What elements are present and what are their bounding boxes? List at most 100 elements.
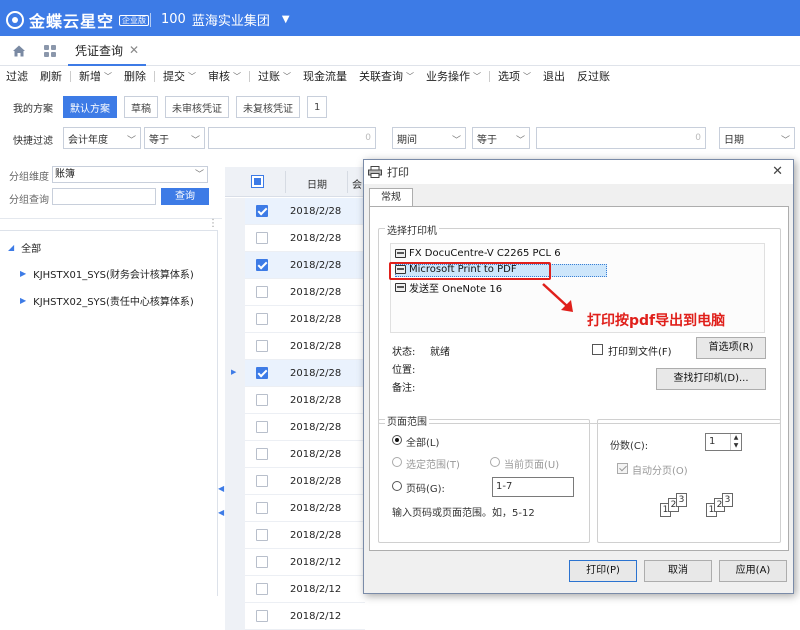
col-date[interactable]: 日期: [307, 176, 327, 191]
table-row[interactable]: 2018/2/28: [225, 333, 365, 360]
table-row[interactable]: 2018/2/28: [225, 279, 365, 306]
apps-grid-icon[interactable]: [44, 45, 56, 57]
more-icon[interactable]: ⋮: [208, 218, 218, 229]
query-button[interactable]: 查询: [161, 188, 209, 205]
filter-op-1[interactable]: 等于 ﹀: [144, 127, 205, 149]
tree-node[interactable]: ▶ KJHSTX01_SYS(财务会计核算体系): [20, 266, 194, 281]
row-checkbox[interactable]: [256, 286, 268, 298]
filter-value-2[interactable]: 0: [536, 127, 706, 149]
row-checkbox[interactable]: [256, 259, 268, 271]
plan-unreviewed[interactable]: 未复核凭证: [236, 96, 300, 118]
delete-button[interactable]: 删除: [118, 68, 152, 84]
select-all-checkbox[interactable]: [251, 175, 264, 188]
close-icon[interactable]: ✕: [129, 43, 139, 57]
table-row[interactable]: 2018/2/28: [225, 198, 365, 225]
table-row[interactable]: 2018/2/12: [225, 549, 365, 576]
print-button[interactable]: 打印(P): [569, 560, 637, 582]
group-dim-select[interactable]: 账簿 ﹀: [52, 166, 208, 183]
annotation-highlight-box: [389, 262, 551, 280]
range-selection-radio[interactable]: [392, 457, 402, 467]
cancel-button[interactable]: 取消: [644, 560, 712, 582]
tree-node[interactable]: ▶ KJHSTX02_SYS(责任中心核算体系): [20, 293, 194, 308]
printer-item[interactable]: 发送至 OneNote 16: [395, 280, 502, 295]
tree-root[interactable]: ◢ 全部: [8, 240, 41, 255]
row-checkbox[interactable]: [256, 313, 268, 325]
row-checkbox[interactable]: [256, 367, 268, 379]
table-row[interactable]: 2018/2/28: [225, 306, 365, 333]
col-extra[interactable]: 会: [352, 176, 362, 191]
app-logo[interactable]: 金蝶云星空 企业版: [6, 8, 150, 32]
printer-list[interactable]: FX DocuCentre-V C2265 PCL 6 Microsoft Pr…: [389, 243, 765, 333]
table-row[interactable]: 2018/2/28: [225, 252, 365, 279]
close-icon[interactable]: ✕: [772, 164, 783, 179]
table-row[interactable]: 2018/2/28: [225, 441, 365, 468]
unpost-button[interactable]: 反过账: [571, 68, 616, 84]
tab-general[interactable]: 常规: [369, 188, 413, 207]
row-checkbox[interactable]: [256, 448, 268, 460]
grid-header: 日期 会: [225, 167, 365, 197]
table-row[interactable]: 2018/2/12: [225, 603, 365, 630]
row-checkbox[interactable]: [256, 421, 268, 433]
row-header: [225, 333, 245, 360]
table-row[interactable]: ▶ 2018/2/28: [225, 360, 365, 387]
range-current-radio[interactable]: [490, 457, 500, 467]
row-checkbox[interactable]: [256, 205, 268, 217]
plan-default[interactable]: 默认方案: [63, 96, 117, 118]
copies-stepper[interactable]: 1 ▲ ▼: [705, 433, 742, 451]
filter-field-3[interactable]: 日期 ﹀: [719, 127, 795, 149]
filter-button[interactable]: 过滤: [0, 68, 34, 84]
filter-field-1[interactable]: 会计年度 ﹀: [63, 127, 141, 149]
row-checkbox[interactable]: [256, 610, 268, 622]
plan-draft[interactable]: 草稿: [124, 96, 158, 118]
plan-custom-1[interactable]: 1: [307, 96, 328, 118]
pages-input[interactable]: 1-7: [492, 477, 574, 497]
printer-item[interactable]: FX DocuCentre-V C2265 PCL 6: [395, 248, 561, 259]
table-row[interactable]: 2018/2/28: [225, 225, 365, 252]
status-value: 就绪: [430, 347, 450, 358]
filter-op-2[interactable]: 等于 ﹀: [472, 127, 530, 149]
table-row[interactable]: 2018/2/12: [225, 576, 365, 603]
row-checkbox[interactable]: [256, 529, 268, 541]
filter-value-1[interactable]: 0: [208, 127, 376, 149]
stepper-arrows-icon: ▲ ▼: [730, 434, 741, 450]
find-printer-button[interactable]: 查找打印机(D)...: [656, 368, 766, 390]
row-checkbox[interactable]: [256, 475, 268, 487]
exit-button[interactable]: 退出: [537, 68, 571, 84]
row-checkbox[interactable]: [256, 340, 268, 352]
table-row[interactable]: 2018/2/28: [225, 387, 365, 414]
post-button[interactable]: 过账 ﹀: [252, 68, 297, 84]
audit-button[interactable]: 审核 ﹀: [202, 68, 247, 84]
refresh-button[interactable]: 刷新: [34, 68, 68, 84]
preferences-button[interactable]: 首选项(R): [696, 337, 766, 359]
new-button[interactable]: 新增 ﹀: [73, 68, 118, 84]
range-all-radio[interactable]: [392, 435, 402, 445]
group-query-input[interactable]: [52, 188, 156, 205]
apply-button[interactable]: 应用(A): [719, 560, 787, 582]
org-switcher[interactable]: 100 蓝海实业集团 ▼: [150, 10, 290, 29]
caret-down-icon: ▼: [281, 14, 290, 25]
cash-flow-button[interactable]: 现金流量: [297, 68, 353, 84]
submit-button[interactable]: 提交 ﹀: [157, 68, 202, 84]
row-checkbox[interactable]: [256, 583, 268, 595]
print-to-file-checkbox[interactable]: [592, 344, 603, 355]
plan-unaudited[interactable]: 未审核凭证: [165, 96, 229, 118]
collate-checkbox[interactable]: [617, 463, 628, 474]
table-row[interactable]: 2018/2/28: [225, 468, 365, 495]
logo-icon: [6, 11, 24, 29]
collapse-panel-icon[interactable]: ◀: [218, 484, 224, 493]
table-row[interactable]: 2018/2/28: [225, 522, 365, 549]
table-row[interactable]: 2018/2/28: [225, 495, 365, 522]
row-checkbox[interactable]: [256, 556, 268, 568]
related-query-button[interactable]: 关联查询 ﹀: [353, 68, 420, 84]
options-button[interactable]: 选项 ﹀: [492, 68, 537, 84]
range-pages-radio[interactable]: [392, 481, 402, 491]
filter-field-2[interactable]: 期间 ﹀: [392, 127, 466, 149]
row-checkbox[interactable]: [256, 502, 268, 514]
tab-voucher-query[interactable]: 凭证查询 ✕: [68, 36, 146, 66]
home-icon[interactable]: [12, 44, 26, 58]
collapse-panel-icon[interactable]: ◀: [218, 508, 224, 517]
row-checkbox[interactable]: [256, 232, 268, 244]
row-checkbox[interactable]: [256, 394, 268, 406]
business-ops-button[interactable]: 业务操作 ﹀: [420, 68, 487, 84]
table-row[interactable]: 2018/2/28: [225, 414, 365, 441]
